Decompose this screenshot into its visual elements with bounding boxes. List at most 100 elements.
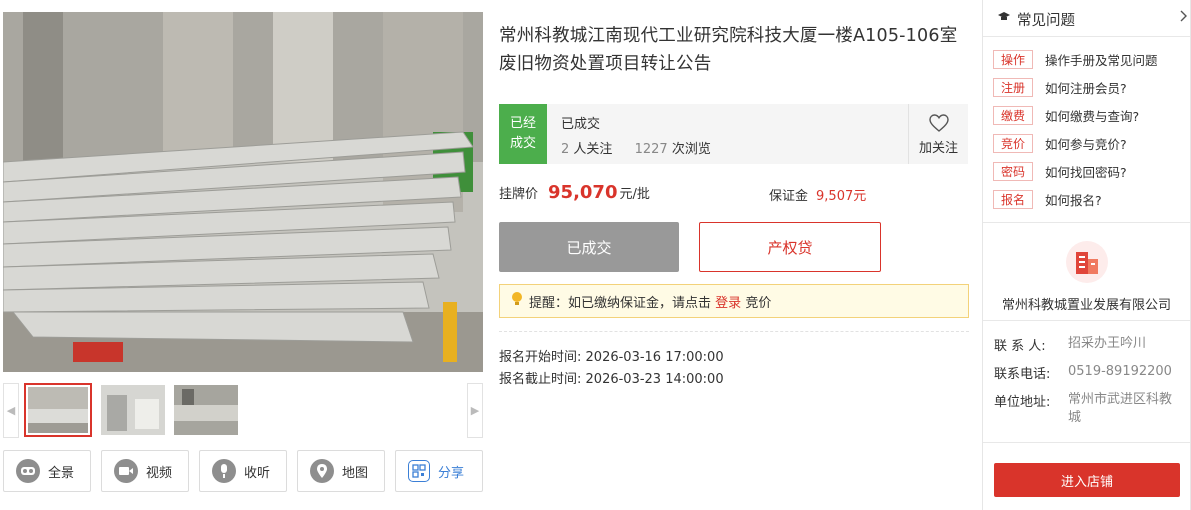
price-unit: 元/批 bbox=[619, 187, 650, 202]
thumbnail-1[interactable] bbox=[24, 383, 92, 437]
status-badge-line1: 已经 bbox=[509, 116, 536, 131]
signup-start-label: 报名开始时间: bbox=[499, 350, 582, 365]
thumbnail-2[interactable] bbox=[101, 385, 165, 435]
deposit: 保证金 9,507元 bbox=[769, 185, 866, 204]
faq-text: 如何找回密码? bbox=[1045, 164, 1127, 180]
completed-button[interactable]: 已成交 bbox=[499, 222, 679, 272]
contact-person-label: 联 系 人: bbox=[994, 339, 1046, 354]
faq-item[interactable]: 注册 如何注册会员? bbox=[993, 73, 1188, 101]
status-badge-line2: 成交 bbox=[509, 136, 536, 151]
company-separator bbox=[983, 222, 1190, 223]
enter-store-button[interactable]: 进入店铺 bbox=[994, 463, 1180, 497]
status-stats: 2 人关注 1227 次浏览 bbox=[561, 138, 711, 157]
faq-text: 如何报名? bbox=[1045, 192, 1102, 208]
map-pin-icon bbox=[310, 459, 334, 483]
views-label: 次浏览 bbox=[671, 142, 711, 157]
tip-text: 提醒：如已缴纳保证金，请点击 bbox=[529, 295, 712, 311]
price-row: 挂牌价 95,070 元/批 保证金 9,507元 bbox=[499, 182, 969, 208]
faq-tag: 密码 bbox=[993, 161, 1033, 181]
share-icon bbox=[408, 460, 430, 482]
faq-tag: 操作 bbox=[993, 49, 1033, 69]
faq-text: 如何参与竞价? bbox=[1045, 136, 1127, 152]
faq-title: 常见问题 bbox=[1017, 12, 1075, 29]
media-toolbar: 全景 视频 收听 地图 分享 bbox=[3, 450, 483, 492]
deposit-value: 9,507元 bbox=[816, 189, 867, 204]
faq-item[interactable]: 密码 如何找回密码? bbox=[993, 157, 1188, 185]
status-badge: 已经 成交 bbox=[499, 104, 547, 164]
listen-label: 收听 bbox=[244, 465, 271, 481]
faq-text: 操作手册及常见问题 bbox=[1045, 52, 1158, 68]
building-icon bbox=[1076, 252, 1098, 274]
signup-end-value: 2026-03-23 14:00:00 bbox=[585, 372, 724, 387]
faq-tag: 注册 bbox=[993, 77, 1033, 97]
chevron-right-icon bbox=[1179, 10, 1187, 26]
address-value: 常州市武进区科教城 bbox=[1068, 392, 1173, 425]
faq-separator bbox=[983, 36, 1190, 37]
faq-tag: 竞价 bbox=[993, 133, 1033, 153]
panorama-button[interactable]: 全景 bbox=[3, 450, 91, 492]
price-label: 挂牌价 bbox=[499, 187, 539, 202]
map-label: 地图 bbox=[342, 465, 369, 481]
status-panel: 已经 成交 已成交 2 人关注 1227 次浏览 加关注 bbox=[499, 104, 968, 164]
button-separator bbox=[983, 442, 1190, 443]
share-button[interactable]: 分享 bbox=[395, 450, 483, 492]
right-sidebar: 常见问题 操作 操作手册及常见问题 注册 如何注册会员? 缴费 如何缴费与查询? 竞价… bbox=[982, 0, 1191, 510]
tip-suffix: 竞价 bbox=[745, 295, 772, 311]
thumbnail-image bbox=[28, 387, 88, 433]
contact-person-value: 招采办王吟川 bbox=[1068, 336, 1147, 351]
faq-tag: 报名 bbox=[993, 189, 1033, 209]
follow-button[interactable]: 加关注 bbox=[908, 104, 968, 164]
signup-end-row: 报名截止时间: 2026-03-23 14:00:00 bbox=[499, 368, 724, 387]
signup-start-row: 报名开始时间: 2026-03-16 17:00:00 bbox=[499, 346, 724, 365]
project-title: 常州科教城江南现代工业研究院科技大厦一楼A105-106室废旧物资处置项目转让公… bbox=[499, 26, 958, 74]
lightbulb-icon bbox=[511, 291, 523, 311]
thumb-next-button[interactable]: ▶ bbox=[467, 383, 483, 438]
faq-text: 如何注册会员? bbox=[1045, 80, 1127, 96]
faq-item[interactable]: 操作 操作手册及常见问题 bbox=[993, 45, 1188, 73]
thumb-prev-button[interactable]: ◀ bbox=[3, 383, 19, 438]
followers-label: 人关注 bbox=[573, 142, 613, 157]
contact-separator bbox=[983, 320, 1190, 321]
panorama-label: 全景 bbox=[48, 465, 75, 481]
contact-person-row: 联 系 人: 招采办王吟川 bbox=[994, 335, 1184, 354]
faq-item[interactable]: 缴费 如何缴费与查询? bbox=[993, 101, 1188, 129]
faq-tag: 缴费 bbox=[993, 105, 1033, 125]
phone-row: 联系电话: 0519-89192200 bbox=[994, 363, 1184, 382]
address-label: 单位地址: bbox=[994, 395, 1051, 410]
faq-header[interactable]: 常见问题 bbox=[997, 8, 1187, 30]
main-product-photo[interactable] bbox=[3, 12, 483, 372]
thumbnail-image bbox=[174, 385, 238, 435]
property-loan-button[interactable]: 产权贷 bbox=[699, 222, 881, 272]
warehouse-photo-illustration bbox=[3, 12, 483, 372]
thumbnail-image bbox=[101, 385, 165, 435]
microphone-icon bbox=[212, 459, 236, 483]
thumbnail-3[interactable] bbox=[174, 385, 238, 435]
heart-icon bbox=[928, 113, 950, 137]
map-button[interactable]: 地图 bbox=[297, 450, 385, 492]
follow-label: 加关注 bbox=[918, 140, 958, 156]
address-row: 单位地址: 常州市武进区科教城 bbox=[994, 391, 1184, 427]
company-name: 常州科教城置业发展有限公司 bbox=[1001, 298, 1171, 313]
phone-label: 联系电话: bbox=[994, 367, 1051, 382]
login-link[interactable]: 登录 bbox=[715, 296, 741, 311]
video-button[interactable]: 视频 bbox=[101, 450, 189, 492]
thumbnail-strip: ◀ ▶ bbox=[3, 383, 483, 438]
vr-glasses-icon bbox=[16, 459, 40, 483]
faq-list: 操作 操作手册及常见问题 注册 如何注册会员? 缴费 如何缴费与查询? 竞价 如何参与竞… bbox=[993, 45, 1188, 213]
signup-end-label: 报名截止时间: bbox=[499, 372, 582, 387]
graduation-cap-icon bbox=[997, 11, 1011, 27]
faq-text: 如何缴费与查询? bbox=[1045, 108, 1140, 124]
divider bbox=[499, 331, 969, 332]
status-text: 已成交 bbox=[561, 117, 601, 132]
phone-value: 0519-89192200 bbox=[1068, 364, 1172, 379]
views-count: 1227 bbox=[634, 142, 668, 157]
reminder-tip: 提醒：如已缴纳保证金，请点击 登录 竞价 bbox=[499, 284, 969, 318]
share-label: 分享 bbox=[438, 465, 465, 481]
faq-item[interactable]: 报名 如何报名? bbox=[993, 185, 1188, 213]
video-camera-icon bbox=[114, 459, 138, 483]
signup-start-value: 2026-03-16 17:00:00 bbox=[585, 350, 724, 365]
video-label: 视频 bbox=[146, 465, 173, 481]
listen-button[interactable]: 收听 bbox=[199, 450, 287, 492]
followers-count: 2 bbox=[561, 142, 570, 157]
faq-item[interactable]: 竞价 如何参与竞价? bbox=[993, 129, 1188, 157]
